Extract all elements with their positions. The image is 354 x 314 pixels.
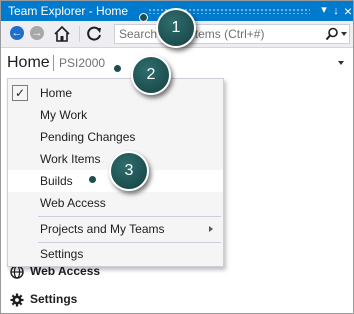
- check-icon: ✓: [12, 85, 28, 101]
- menu-item-label: My Work: [40, 108, 88, 122]
- search-options-icon[interactable]: [341, 32, 347, 36]
- callout-pointer-1: [139, 13, 148, 22]
- callout-badge-1: 1: [156, 8, 196, 48]
- callout-badge-2: 2: [131, 55, 171, 95]
- callout-pointer-2: [113, 64, 122, 73]
- search-icon[interactable]: [325, 27, 339, 41]
- refresh-button[interactable]: [86, 25, 102, 41]
- menu-separator: [38, 216, 221, 217]
- menu-item-projects-and-my-teams[interactable]: Projects and My Teams: [8, 218, 223, 240]
- search-input[interactable]: [119, 26, 319, 42]
- window-title: Team Explorer - Home: [8, 4, 129, 18]
- menu-item-label: Settings: [40, 247, 84, 261]
- back-icon: ←: [10, 26, 24, 40]
- menu-item-pending-changes[interactable]: Pending Changes: [8, 126, 223, 148]
- menu-item-label: Pending Changes: [40, 130, 136, 144]
- search-box[interactable]: [114, 24, 350, 44]
- callout-pointer-3: [88, 175, 97, 184]
- home-button[interactable]: [53, 25, 70, 42]
- menu-item-label: Web Access: [40, 196, 106, 210]
- menu-item-settings[interactable]: Settings: [8, 243, 223, 265]
- forward-icon: →: [30, 26, 44, 40]
- toolbar-separator: [79, 26, 80, 42]
- page-title[interactable]: Home: [7, 54, 50, 72]
- home-icon: [54, 25, 70, 42]
- header-divider: [53, 55, 54, 71]
- back-button[interactable]: ←: [10, 26, 26, 42]
- close-icon[interactable]: ×: [341, 3, 353, 19]
- menu-item-label: Projects and My Teams: [40, 222, 165, 236]
- menu-item-label: Home: [40, 86, 73, 100]
- menu-item-my-work[interactable]: My Work: [8, 104, 223, 126]
- chevron-down-icon[interactable]: [338, 61, 344, 65]
- team-explorer-window: Team Explorer - Home ▾ ↓ × ← → Search Wo…: [0, 0, 354, 314]
- chevron-right-icon: [209, 226, 213, 232]
- forward-button[interactable]: →: [30, 26, 46, 42]
- menu-item-label: Builds: [40, 174, 73, 188]
- menu-item-web-access[interactable]: Web Access: [8, 192, 223, 214]
- menu-item-label: Work Items: [40, 152, 101, 166]
- page-header: Home PSI2000: [1, 48, 353, 76]
- refresh-icon: [87, 26, 101, 41]
- page-link-label: Settings: [30, 292, 78, 306]
- globe-icon: [10, 265, 24, 279]
- gear-icon: [10, 293, 24, 307]
- menu-item-home[interactable]: ✓ Home: [8, 82, 223, 104]
- project-name[interactable]: PSI2000: [59, 56, 105, 70]
- callout-badge-3: 3: [109, 151, 149, 191]
